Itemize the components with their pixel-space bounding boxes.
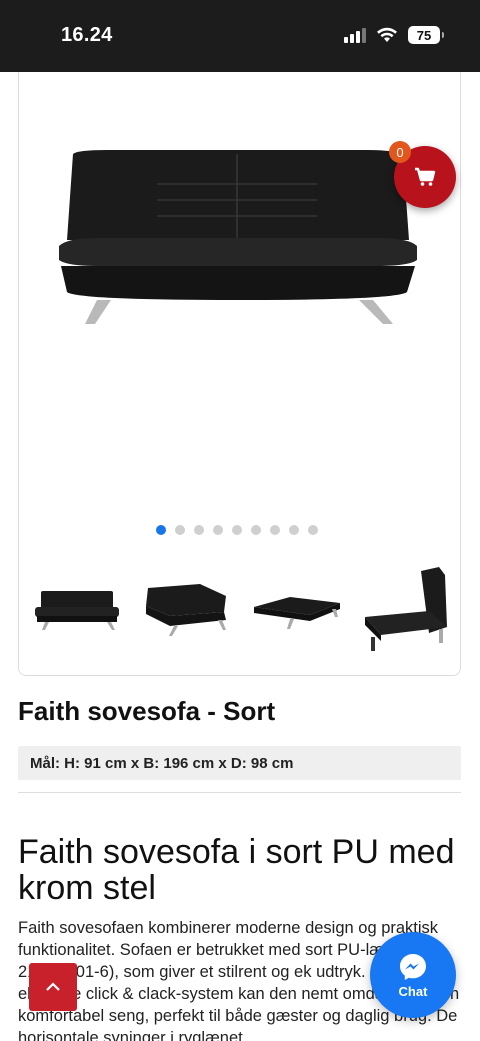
chat-button[interactable]: Chat: [370, 932, 456, 1018]
chat-label: Chat: [398, 983, 428, 999]
wifi-icon: [377, 27, 397, 42]
product-gallery: [18, 72, 461, 676]
divider: [18, 792, 461, 793]
product-title: Faith sovesofa - Sort: [18, 696, 276, 726]
battery-icon: 75: [408, 26, 444, 44]
dimensions-text: Mål: H: 91 cm x B: 196 cm x D: 98 cm: [30, 754, 294, 772]
description-heading: Faith sovesofa i sort PU med krom stel: [18, 833, 455, 907]
messenger-icon: [400, 953, 426, 980]
cart-icon: [415, 167, 436, 186]
product-dimensions: Mål: H: 91 cm x B: 196 cm x D: 98 cm: [18, 746, 461, 780]
thumbnail-3[interactable]: [246, 563, 346, 658]
battery-level: 75: [416, 27, 432, 43]
gallery-dot[interactable]: [308, 525, 318, 535]
gallery-dot[interactable]: [213, 525, 223, 535]
gallery-dot[interactable]: [175, 525, 185, 535]
gallery-dot[interactable]: [232, 525, 242, 535]
signal-icon: [344, 27, 366, 43]
gallery-dot[interactable]: [156, 525, 166, 535]
thumbnail-2[interactable]: [136, 563, 236, 658]
thumbnail-1[interactable]: [27, 563, 127, 658]
scroll-to-top-button[interactable]: [29, 963, 77, 1011]
gallery-dots: [156, 525, 318, 535]
status-icons: 75: [344, 26, 444, 44]
status-time: 16.24: [61, 24, 113, 46]
chevron-up-icon: [46, 982, 60, 991]
product-main-image[interactable]: [37, 142, 437, 342]
gallery-dot[interactable]: [270, 525, 280, 535]
cart-count-badge: 0: [389, 141, 411, 163]
thumbnail-4[interactable]: [355, 563, 455, 658]
gallery-dot[interactable]: [289, 525, 299, 535]
gallery-dot[interactable]: [251, 525, 261, 535]
status-bar: 16.24 75: [0, 0, 480, 72]
thumbnail-strip: [27, 560, 455, 660]
gallery-dot[interactable]: [194, 525, 204, 535]
